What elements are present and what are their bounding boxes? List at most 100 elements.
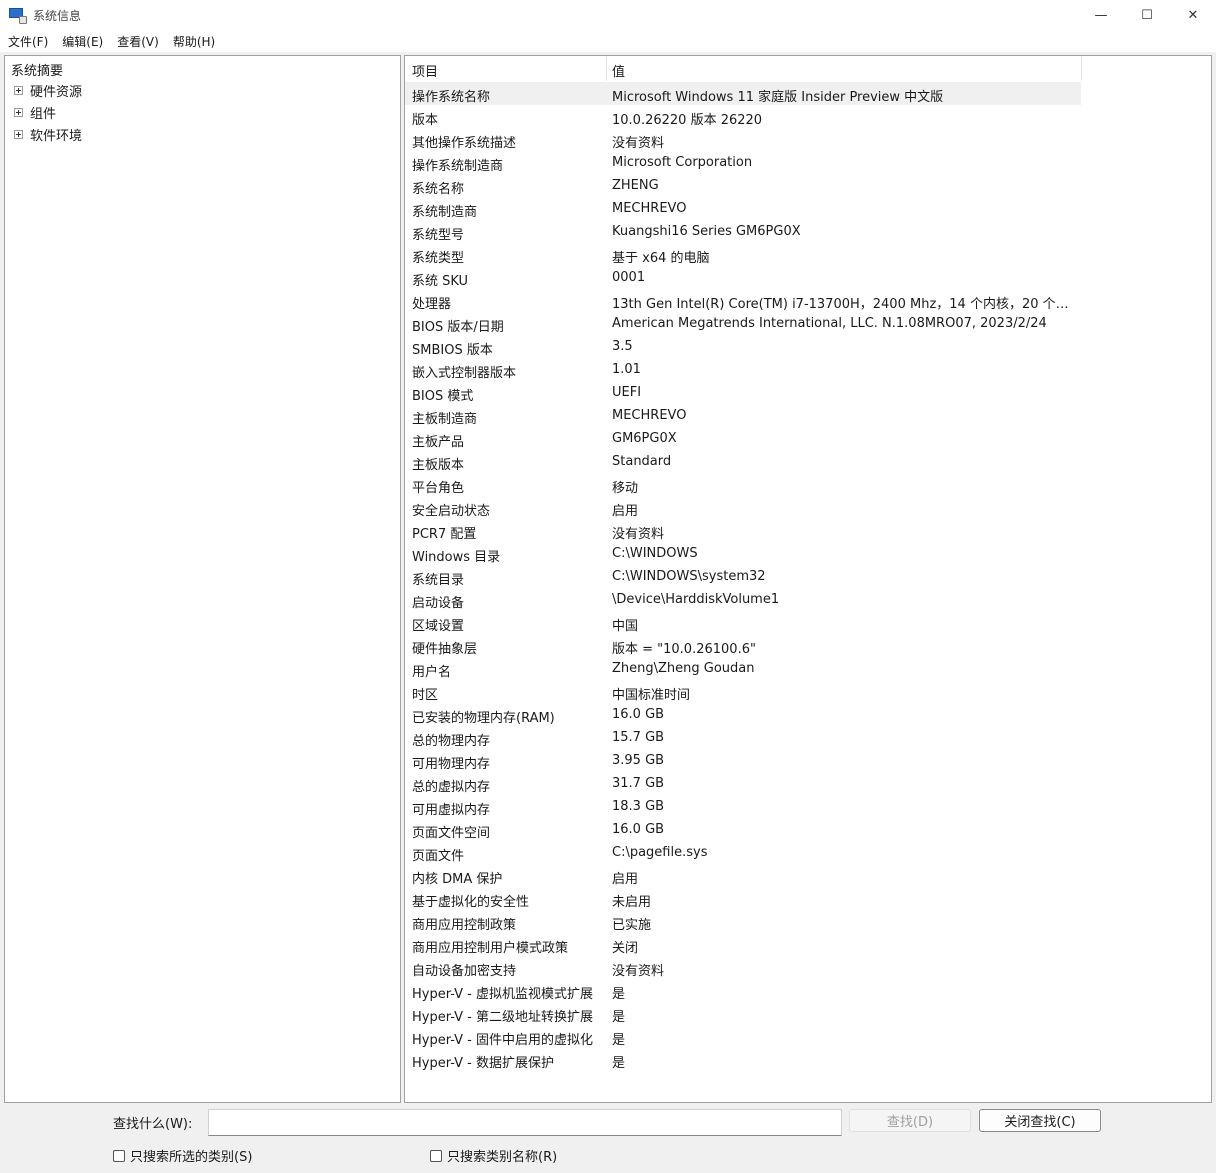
tree-item-software-environment[interactable]: 软件环境 (14, 125, 82, 144)
table-row[interactable]: 嵌入式控制器版本 1.01 (405, 358, 1211, 381)
cell-item: 自动设备加密支持 (412, 964, 517, 979)
table-row[interactable]: 总的物理内存 15.7 GB (405, 726, 1211, 749)
window-controls: — ☐ ✕ (1078, 0, 1216, 30)
cell-value: ZHENG (612, 178, 659, 193)
table-row[interactable]: 商用应用控制用户模式政策 关闭 (405, 933, 1211, 956)
table-row[interactable]: 硬件抽象层 版本 = "10.0.26100.6" (405, 634, 1211, 657)
cell-value: 16.0 GB (612, 822, 665, 837)
table-row[interactable]: Hyper-V - 虚拟机监视模式扩展 是 (405, 979, 1211, 1002)
table-row[interactable]: Hyper-V - 数据扩展保护 是 (405, 1048, 1211, 1071)
cell-value: 10.0.26220 版本 26220 (612, 113, 763, 128)
expand-plus-icon[interactable] (14, 129, 23, 139)
table-row[interactable]: 可用物理内存 3.95 GB (405, 749, 1211, 772)
table-row[interactable]: BIOS 版本/日期 American Megatrends Internatio… (405, 312, 1211, 335)
table-row[interactable]: 操作系统名称 Microsoft Windows 11 家庭版 Insider P… (405, 82, 1211, 105)
table-row[interactable]: 主板版本 Standard (405, 450, 1211, 473)
table-row[interactable]: 系统 SKU 0001 (405, 266, 1211, 289)
cell-item: 安全启动状态 (412, 504, 491, 519)
search-category-names-checkbox[interactable]: 只搜索类别名称(R) (430, 1146, 557, 1165)
table-row[interactable]: 已安装的物理内存(RAM) 16.0 GB (405, 703, 1211, 726)
cell-value: MECHREVO (612, 408, 687, 423)
table-row[interactable]: SMBIOS 版本 3.5 (405, 335, 1211, 358)
table-row[interactable]: 处理器 13th Gen Intel(R) Core(TM) i7-13700H，… (405, 289, 1211, 312)
list-rows: 操作系统名称 Microsoft Windows 11 家庭版 Insider P… (405, 82, 1211, 1071)
find-button[interactable]: 查找(D) (849, 1109, 971, 1132)
cell-value: 启用 (612, 504, 639, 519)
cell-item: Hyper-V - 数据扩展保护 (412, 1056, 555, 1071)
table-row[interactable]: 操作系统制造商 Microsoft Corporation (405, 151, 1211, 174)
table-row[interactable]: 自动设备加密支持 没有资料 (405, 956, 1211, 979)
table-row[interactable]: 可用虚拟内存 18.3 GB (405, 795, 1211, 818)
table-row[interactable]: 用户名 Zheng\Zheng Goudan (405, 657, 1211, 680)
tree-item-label: 硬件资源 (30, 84, 83, 100)
table-row[interactable]: 商用应用控制政策 已实施 (405, 910, 1211, 933)
table-row[interactable]: 系统类型 基于 x64 的电脑 (405, 243, 1211, 266)
find-what-input[interactable] (208, 1109, 842, 1136)
expand-plus-icon[interactable] (14, 107, 23, 117)
cell-value: 中国 (612, 619, 639, 634)
cell-item: Hyper-V - 虚拟机监视模式扩展 (412, 987, 594, 1002)
table-row[interactable]: 启动设备 \Device\HarddiskVolume1 (405, 588, 1211, 611)
table-row[interactable]: 系统制造商 MECHREVO (405, 197, 1211, 220)
tree-item-hardware-resources[interactable]: 硬件资源 (14, 81, 83, 100)
cell-value: \Device\HarddiskVolume1 (612, 592, 780, 607)
minimize-button[interactable]: — (1078, 0, 1124, 30)
table-row[interactable]: 页面文件空间 16.0 GB (405, 818, 1211, 841)
details-list[interactable]: 项目 值 操作系统名称 Microsoft Windows 11 家庭版 Insi… (404, 55, 1212, 1103)
cell-value: 已实施 (612, 918, 652, 933)
maximize-icon: ☐ (1141, 7, 1153, 23)
maximize-button[interactable]: ☐ (1124, 0, 1170, 30)
column-resize-handle[interactable] (606, 56, 607, 81)
table-row[interactable]: Hyper-V - 第二级地址转换扩展 是 (405, 1002, 1211, 1025)
cell-value: 15.7 GB (612, 730, 665, 745)
table-row[interactable]: PCR7 配置 没有资料 (405, 519, 1211, 542)
menu-file[interactable]: 文件(F) (8, 33, 48, 50)
table-row[interactable]: 区域设置 中国 (405, 611, 1211, 634)
cell-item: 嵌入式控制器版本 (412, 366, 517, 381)
table-row[interactable]: 版本 10.0.26220 版本 26220 (405, 105, 1211, 128)
table-row[interactable]: 平台角色 移动 (405, 473, 1211, 496)
minimize-icon: — (1094, 7, 1108, 23)
cell-item: 主板版本 (412, 458, 465, 473)
table-row[interactable]: 其他操作系统描述 没有资料 (405, 128, 1211, 151)
table-row[interactable]: Hyper-V - 固件中启用的虚拟化 是 (405, 1025, 1211, 1048)
category-tree[interactable]: 系统摘要 硬件资源 组件 软件环境 (4, 55, 401, 1103)
table-row[interactable]: 系统目录 C:\WINDOWS\system32 (405, 565, 1211, 588)
table-row[interactable]: 主板制造商 MECHREVO (405, 404, 1211, 427)
table-row[interactable]: 总的虚拟内存 31.7 GB (405, 772, 1211, 795)
column-header-value[interactable]: 值 (612, 61, 625, 80)
tree-item-label: 组件 (30, 106, 57, 122)
tree-item-system-summary[interactable]: 系统摘要 (11, 60, 63, 79)
close-find-button[interactable]: 关闭查找(C) (979, 1109, 1101, 1132)
close-button[interactable]: ✕ (1170, 0, 1216, 30)
menu-view[interactable]: 查看(V) (117, 33, 159, 50)
menu-help[interactable]: 帮助(H) (173, 33, 215, 50)
menu-edit[interactable]: 编辑(E) (62, 33, 103, 50)
expand-plus-icon[interactable] (14, 85, 23, 95)
checkbox-unchecked-icon[interactable] (113, 1149, 125, 1162)
column-resize-handle[interactable] (1081, 56, 1082, 81)
table-row[interactable]: 页面文件 C:\pagefile.sys (405, 841, 1211, 864)
table-row[interactable]: 系统型号 Kuangshi16 Series GM6PG0X (405, 220, 1211, 243)
cell-item: PCR7 配置 (412, 527, 477, 542)
cell-value: Zheng\Zheng Goudan (612, 661, 755, 676)
tree-item-components[interactable]: 组件 (14, 103, 57, 122)
column-header-item[interactable]: 项目 (412, 61, 438, 80)
table-row[interactable]: 安全启动状态 启用 (405, 496, 1211, 519)
table-row[interactable]: 系统名称 ZHENG (405, 174, 1211, 197)
cell-item: Windows 目录 (412, 550, 501, 565)
cell-value: 移动 (612, 481, 639, 496)
table-row[interactable]: Windows 目录 C:\WINDOWS (405, 542, 1211, 565)
cell-item: 启动设备 (412, 596, 465, 611)
cell-item: 其他操作系统描述 (412, 136, 517, 151)
table-row[interactable]: BIOS 模式 UEFI (405, 381, 1211, 404)
table-row[interactable]: 时区 中国标准时间 (405, 680, 1211, 703)
table-row[interactable]: 主板产品 GM6PG0X (405, 427, 1211, 450)
checkbox-unchecked-icon[interactable] (430, 1149, 442, 1162)
search-selected-category-checkbox[interactable]: 只搜索所选的类别(S) (113, 1146, 252, 1165)
cell-value: 启用 (612, 872, 639, 887)
table-row[interactable]: 基于虚拟化的安全性 未启用 (405, 887, 1211, 910)
cell-value: UEFI (612, 385, 642, 400)
table-row[interactable]: 内核 DMA 保护 启用 (405, 864, 1211, 887)
cell-item: 区域设置 (412, 619, 465, 634)
